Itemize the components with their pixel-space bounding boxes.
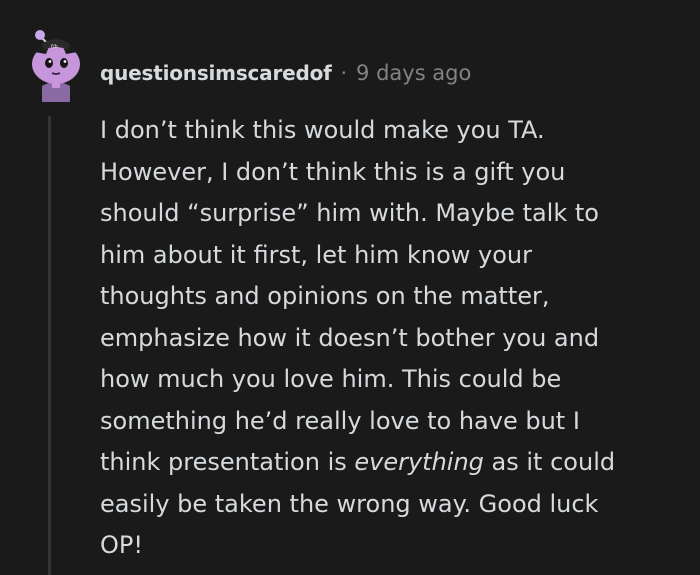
comment-line: I don’t think this would make you TA. — [100, 116, 545, 144]
comment-meta: questionsimscaredof · 9 days ago — [100, 58, 471, 88]
comment-line: something he’d really love to have but I — [100, 406, 580, 435]
comment-line: think presentation is everything as it c… — [100, 442, 685, 484]
comment-line: him about it first, let him know your — [100, 240, 532, 269]
comment-line: easily be taken the wrong way. Good luck — [100, 489, 599, 518]
svg-text:f/b: f/b — [51, 44, 58, 50]
thread-line[interactable] — [48, 116, 51, 575]
comment-timestamp[interactable]: 9 days ago — [356, 61, 471, 85]
avatar-figure: f/b — [32, 30, 80, 102]
snoo-avatar-icon[interactable]: f/b — [20, 20, 92, 102]
comment-text: think presentation is — [100, 448, 355, 476]
comment-body: I don’t think this would make you TA. Ho… — [100, 110, 685, 567]
emphasized-text: everything — [354, 448, 484, 476]
comment-line: emphasize how it doesn’t bother you and — [100, 323, 600, 352]
comment-line: thoughts and opinions on the matter, — [100, 282, 550, 310]
comment-text: as it could — [483, 448, 616, 476]
comment: f/b questionsimscaredof · 9 days ago I d… — [0, 0, 700, 575]
comment-line: However, I don’t think this is a gift yo… — [100, 157, 566, 186]
comment-line: should “surprise” him with. Maybe talk t… — [100, 199, 599, 227]
comment-line: how much you love him. This could be — [100, 365, 562, 393]
username-link[interactable]: questionsimscaredof — [100, 61, 332, 85]
meta-separator: · — [340, 61, 348, 85]
comment-line: OP! — [100, 531, 143, 559]
